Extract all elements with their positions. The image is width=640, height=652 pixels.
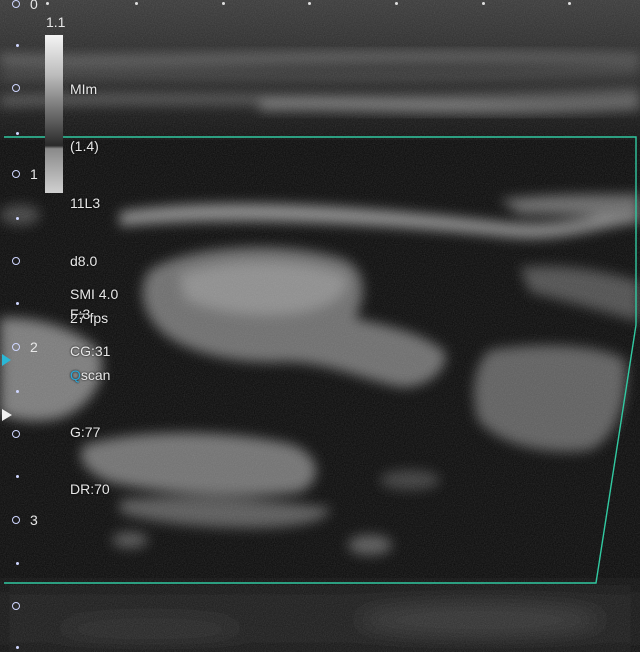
depth-label-0: 0 <box>30 0 38 12</box>
depth-tick-1 <box>12 170 20 178</box>
depth-tick-half <box>12 84 20 92</box>
depth-tick-half <box>12 430 20 438</box>
depth-tick-2 <box>12 343 20 351</box>
depth-label-2: 2 <box>30 339 38 355</box>
grayscale-bar <box>45 35 63 193</box>
lateral-tick <box>222 2 225 5</box>
grayscale-max-label: 1.1 <box>46 14 66 30</box>
depth-minor-tick <box>16 562 19 565</box>
depth-minor-tick <box>16 132 19 135</box>
gain-label: G:77 <box>70 424 101 441</box>
depth-tick-3 <box>12 516 20 524</box>
depth-minor-tick <box>16 646 19 649</box>
smi-label: SMI 4.0 <box>70 286 119 302</box>
ultrasound-viewport: 1.1 MIm (1.4) 11L3 d8.0 27 fps Qscan G:7… <box>0 0 640 652</box>
lateral-tick <box>568 2 571 5</box>
depth-minor-tick <box>16 217 19 220</box>
mode-value: (1.4) <box>70 138 99 155</box>
lateral-tick <box>395 2 398 5</box>
depth-label-3: 3 <box>30 512 38 528</box>
depth-minor-tick <box>16 475 19 478</box>
lateral-tick <box>135 2 138 5</box>
focus-position-icon <box>2 409 12 421</box>
depth-tick-half <box>12 602 20 610</box>
depth-minor-tick <box>16 44 19 47</box>
depth-tick-half <box>12 257 20 265</box>
depth-minor-tick <box>16 302 19 305</box>
dynamic-range-label: DR:70 <box>70 481 110 498</box>
depth-tick-0 <box>12 0 20 8</box>
color-gain-label: CG:31 <box>70 343 111 359</box>
lateral-tick <box>308 2 311 5</box>
focus-marker-icon <box>2 354 11 366</box>
mode-label: MIm <box>70 81 98 97</box>
focus-label: F:3 <box>70 306 91 322</box>
lateral-tick <box>46 2 49 5</box>
lateral-tick <box>482 2 485 5</box>
probe-label: 11L3 <box>70 195 101 212</box>
depth-label-1: 1 <box>30 166 38 182</box>
depth-minor-tick <box>16 390 19 393</box>
